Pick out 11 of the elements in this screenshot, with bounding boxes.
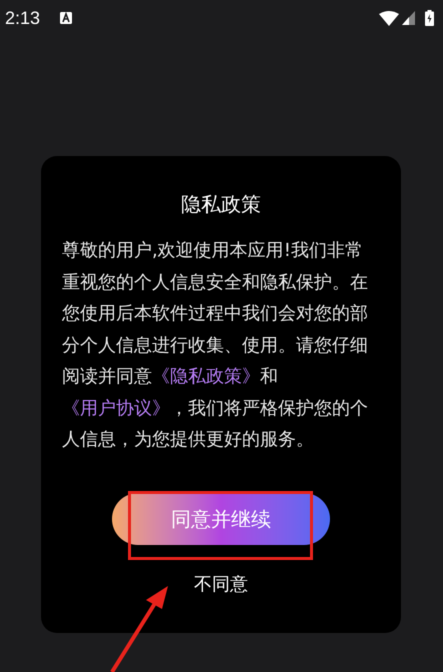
policy-text: 尊敬的用户,欢迎使用本应用!我们非常重视您的个人信息安全和隐私保护。在您使用后本软件过程中我们会对您的部分个人信息进行收集、使用。请您仔细阅读并同意《隐私政策》和 《用户协议》，我们将严格保护您的个人信息，为您提供更好的服务。: [62, 239, 369, 452]
policy-link[interactable]: 《隐私政策》: [152, 366, 260, 387]
agree-button[interactable]: 同意并继续: [112, 492, 330, 544]
policy-link[interactable]: 《用户协议》: [62, 398, 170, 418]
signal-icon: [402, 11, 415, 25]
battery-charging-icon: [425, 10, 434, 26]
status-time: 2:13: [5, 6, 40, 30]
dialog-title: 隐私政策: [181, 191, 261, 218]
wifi-icon: [379, 10, 399, 26]
decline-button[interactable]: 不同意: [186, 566, 256, 602]
notification-icon: [60, 12, 72, 24]
